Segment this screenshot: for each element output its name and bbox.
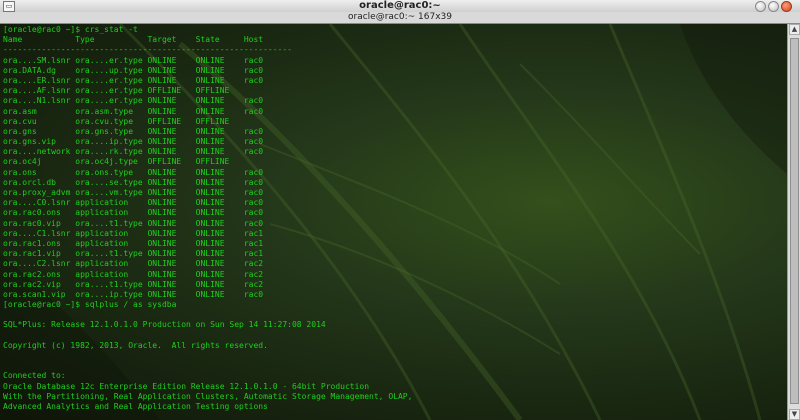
terminal-line: ora.orcl.db ora....se.type ONLINE ONLINE… xyxy=(3,177,264,187)
terminal-line: ora.oc4j ora.oc4j.type OFFLINE OFFLINE xyxy=(3,157,230,167)
terminal-line: ora.rac2.ons application ONLINE ONLINE r… xyxy=(3,269,264,279)
terminal-line: Copyright (c) 1982, 2013, Oracle. All ri… xyxy=(3,340,268,350)
terminal-line: ora....C0.lsnr application ONLINE ONLINE… xyxy=(3,198,264,208)
scrollbar[interactable]: ▲ ▼ xyxy=(787,24,800,420)
scrollbar-thumb[interactable] xyxy=(790,38,799,404)
terminal-line: ora.asm ora.asm.type ONLINE ONLINE rac0 xyxy=(3,106,264,116)
terminal-line: With the Partitioning, Real Application … xyxy=(3,391,413,401)
terminal-line: ora.cvu ora.cvu.type OFFLINE OFFLINE xyxy=(3,116,230,126)
terminal-line: ora.rac0.vip ora....t1.type ONLINE ONLIN… xyxy=(3,218,264,228)
terminal-line: ora....SM.lsnr ora....er.type ONLINE ONL… xyxy=(3,55,264,65)
terminal-line: ora.rac1.vip ora....t1.type ONLINE ONLIN… xyxy=(3,249,264,259)
terminal-line: Advanced Analytics and Real Application … xyxy=(3,401,268,411)
scroll-up-icon[interactable]: ▲ xyxy=(789,24,800,35)
close-icon[interactable] xyxy=(781,1,792,12)
terminal-line: ora.scan1.vip ora....ip.type ONLINE ONLI… xyxy=(3,289,264,299)
terminal-area[interactable]: [oracle@rac0 ~]$ crs_stat -t Name Type Ta… xyxy=(0,24,787,420)
terminal-line: ora.rac1.ons application ONLINE ONLINE r… xyxy=(3,238,264,248)
terminal-line: Oracle Database 12c Enterprise Edition R… xyxy=(3,381,370,391)
terminal-line: ----------------------------------------… xyxy=(3,45,292,55)
terminal-line: SQL*Plus: Release 12.1.0.1.0 Production … xyxy=(3,320,326,330)
terminal-tab-bar: oracle@rac0:~ 167x39 xyxy=(0,12,800,24)
scroll-down-icon[interactable]: ▼ xyxy=(789,409,800,420)
terminal-line: ora.rac2.vip ora....t1.type ONLINE ONLIN… xyxy=(3,279,264,289)
terminal-line: ora....ER.lsnr ora....er.type ONLINE ONL… xyxy=(3,75,264,85)
terminal-line: ora.gns.vip ora....ip.type ONLINE ONLINE… xyxy=(3,137,264,147)
terminal-line: ora....C1.lsnr application ONLINE ONLINE… xyxy=(3,228,264,238)
terminal-line: ora....AF.lsnr ora....er.type OFFLINE OF… xyxy=(3,86,230,96)
terminal-output: [oracle@rac0 ~]$ crs_stat -t Name Type Ta… xyxy=(3,25,412,420)
terminal-line: [oracle@rac0 ~]$ crs_stat -t xyxy=(3,25,138,34)
terminal-line: ora.DATA.dg ora....up.type ONLINE ONLINE… xyxy=(3,65,264,75)
terminal-line: Connected to: xyxy=(3,371,66,381)
terminal-line: ora....network ora....rk.type ONLINE ONL… xyxy=(3,147,264,157)
window-title: oracle@rac0:~ xyxy=(359,0,441,11)
terminal-line: [oracle@rac0 ~]$ sqlplus / as sysdba xyxy=(3,300,177,310)
terminal-line: ora.rac0.ons application ONLINE ONLINE r… xyxy=(3,208,264,218)
terminal-line: ora.proxy_advm ora....vm.type ONLINE ONL… xyxy=(3,188,264,197)
minimize-icon[interactable] xyxy=(755,1,766,12)
window-subtitle: oracle@rac0:~ 167x39 xyxy=(348,12,452,22)
terminal-line: ora....C2.lsnr application ONLINE ONLINE… xyxy=(3,259,264,269)
maximize-icon[interactable] xyxy=(768,1,779,12)
terminal-line: ora....N1.lsnr ora....er.type ONLINE ONL… xyxy=(3,96,264,106)
terminal-line: ora.gns ora.gns.type ONLINE ONLINE rac0 xyxy=(3,126,264,136)
terminal-line: Name Type Target State Host xyxy=(3,35,264,45)
terminal-window: ▭ oracle@rac0:~ oracle@rac0:~ 167x39 [or… xyxy=(0,0,800,420)
terminal-line: ora.ons ora.ons.type ONLINE ONLINE rac0 xyxy=(3,167,264,177)
